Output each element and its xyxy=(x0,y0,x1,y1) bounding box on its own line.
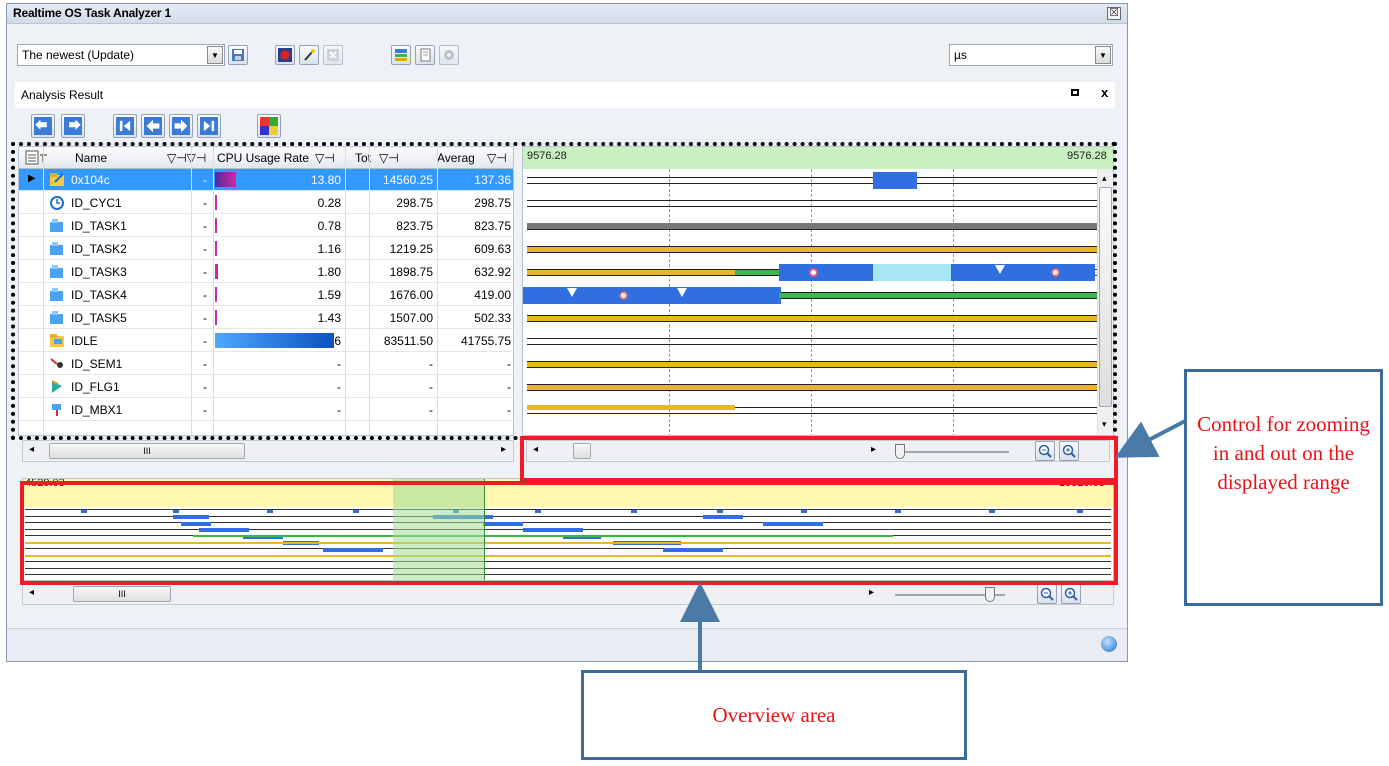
zoom-callout-arrow xyxy=(1114,418,1188,458)
zoom-callout: Control for zooming in and out on the di… xyxy=(1184,369,1383,606)
overview-callout: Overview area xyxy=(581,670,967,760)
callout-arrows xyxy=(680,418,1188,670)
